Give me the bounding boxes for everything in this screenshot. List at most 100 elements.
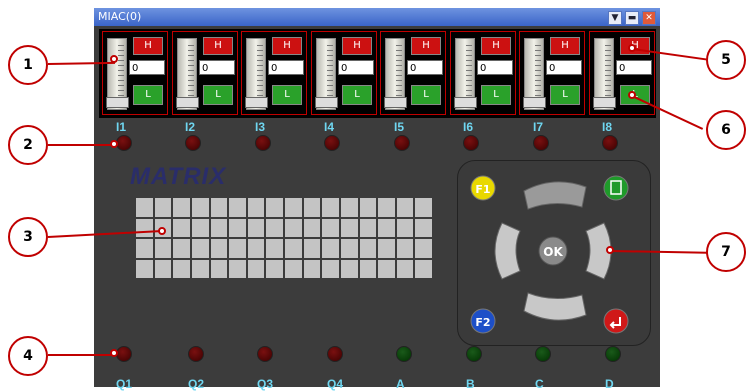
slider-thumb[interactable] — [523, 97, 546, 108]
high-button[interactable]: H — [133, 37, 163, 55]
slider-tick — [118, 50, 124, 51]
slider-tick — [188, 95, 194, 96]
slider-thumb[interactable] — [176, 97, 199, 108]
lcd-cell — [136, 259, 153, 278]
input-slider[interactable] — [315, 38, 338, 110]
dpad-up-button[interactable] — [523, 181, 587, 210]
output-led — [535, 346, 551, 362]
input-value-field[interactable]: 0 — [477, 60, 513, 75]
input-value-field[interactable]: 0 — [616, 60, 652, 75]
high-button[interactable]: H — [272, 37, 302, 55]
slider-tick — [605, 80, 611, 81]
slider-tick — [466, 75, 472, 76]
lcd-cell — [303, 259, 321, 278]
low-button[interactable]: L — [550, 85, 580, 105]
callout-3: 3 — [8, 217, 48, 257]
input-slider[interactable] — [593, 38, 616, 110]
slider-tick — [396, 75, 402, 76]
analog-inputs-panel: H0LH0LH0LH0LH0LH0LH0LH0L — [99, 29, 656, 118]
dpad-left-button[interactable] — [494, 222, 521, 280]
input-slider[interactable] — [384, 38, 407, 110]
lcd-cell — [322, 198, 339, 217]
slider-thumb[interactable] — [593, 97, 616, 108]
lcd-cell — [415, 259, 432, 278]
input-slider[interactable] — [245, 38, 268, 110]
slider-tick — [188, 75, 194, 76]
slider-tick — [605, 75, 611, 76]
input-slider[interactable] — [523, 38, 546, 110]
input-channel: H 0 L — [241, 31, 307, 115]
high-button[interactable]: H — [203, 37, 233, 55]
lcd-cell — [210, 198, 228, 217]
slider-tick — [605, 95, 611, 96]
high-button[interactable]: H — [342, 37, 372, 55]
lcd-cell — [396, 259, 414, 278]
input-label: I5 — [394, 120, 405, 134]
slider-thumb[interactable] — [106, 97, 129, 108]
low-button[interactable]: L — [481, 85, 511, 105]
input-value-field[interactable]: 0 — [129, 60, 165, 75]
input-value-field[interactable]: 0 — [338, 60, 374, 75]
menu-button[interactable] — [603, 175, 629, 201]
lcd-cell — [285, 198, 302, 217]
input-value-field[interactable]: 0 — [199, 60, 235, 75]
lcd-cell — [303, 218, 321, 237]
slider-thumb[interactable] — [384, 97, 407, 108]
lcd-cell — [359, 218, 377, 237]
slider-tick — [396, 60, 402, 61]
minimize-button[interactable]: ▬ — [625, 11, 639, 25]
f1-button[interactable]: F1 — [470, 175, 496, 201]
lcd-cell — [154, 259, 172, 278]
input-led — [185, 135, 201, 151]
slider-tick — [535, 90, 541, 91]
dpad-down-button[interactable] — [523, 292, 587, 321]
lcd-cell — [396, 218, 414, 237]
slider-tick — [396, 90, 402, 91]
high-button[interactable]: H — [411, 37, 441, 55]
slider-tick — [396, 50, 402, 51]
slider-thumb[interactable] — [454, 97, 477, 108]
close-button[interactable]: ✕ — [642, 11, 656, 25]
input-led — [533, 135, 549, 151]
lcd-cell — [340, 259, 358, 278]
slider-tick — [396, 55, 402, 56]
input-value-field[interactable]: 0 — [546, 60, 582, 75]
high-button[interactable]: H — [481, 37, 511, 55]
slider-tick — [605, 45, 611, 46]
input-slider[interactable] — [106, 38, 129, 110]
low-button[interactable]: L — [133, 85, 163, 105]
slider-thumb[interactable] — [315, 97, 338, 108]
input-slider[interactable] — [176, 38, 199, 110]
low-button[interactable]: L — [411, 85, 441, 105]
slider-tick — [327, 90, 333, 91]
slider-tick — [118, 55, 124, 56]
slider-tick — [257, 80, 263, 81]
back-button[interactable] — [603, 308, 629, 334]
input-value-field[interactable]: 0 — [407, 60, 443, 75]
lcd-cell — [396, 239, 414, 258]
slider-tick — [118, 45, 124, 46]
slider-tick — [605, 90, 611, 91]
slider-tick — [396, 80, 402, 81]
slider-tick — [118, 75, 124, 76]
slider-tick — [535, 55, 541, 56]
lcd-cell — [266, 218, 283, 237]
collapse-button[interactable]: ▼ — [608, 11, 622, 25]
callout-2: 2 — [8, 125, 48, 165]
f2-button[interactable]: F2 — [470, 308, 496, 334]
lcd-cell — [322, 259, 339, 278]
slider-tick — [327, 65, 333, 66]
low-button[interactable]: L — [272, 85, 302, 105]
input-value-field[interactable]: 0 — [268, 60, 304, 75]
ok-button[interactable]: OK — [538, 236, 568, 266]
slider-thumb[interactable] — [245, 97, 268, 108]
leader-line-4 — [48, 354, 114, 356]
low-button[interactable]: L — [342, 85, 372, 105]
output-label: C — [535, 377, 544, 391]
low-button[interactable]: L — [203, 85, 233, 105]
input-slider[interactable] — [454, 38, 477, 110]
high-button[interactable]: H — [550, 37, 580, 55]
slider-tick — [188, 50, 194, 51]
slider-tick — [118, 65, 124, 66]
lcd-cell — [173, 239, 190, 258]
